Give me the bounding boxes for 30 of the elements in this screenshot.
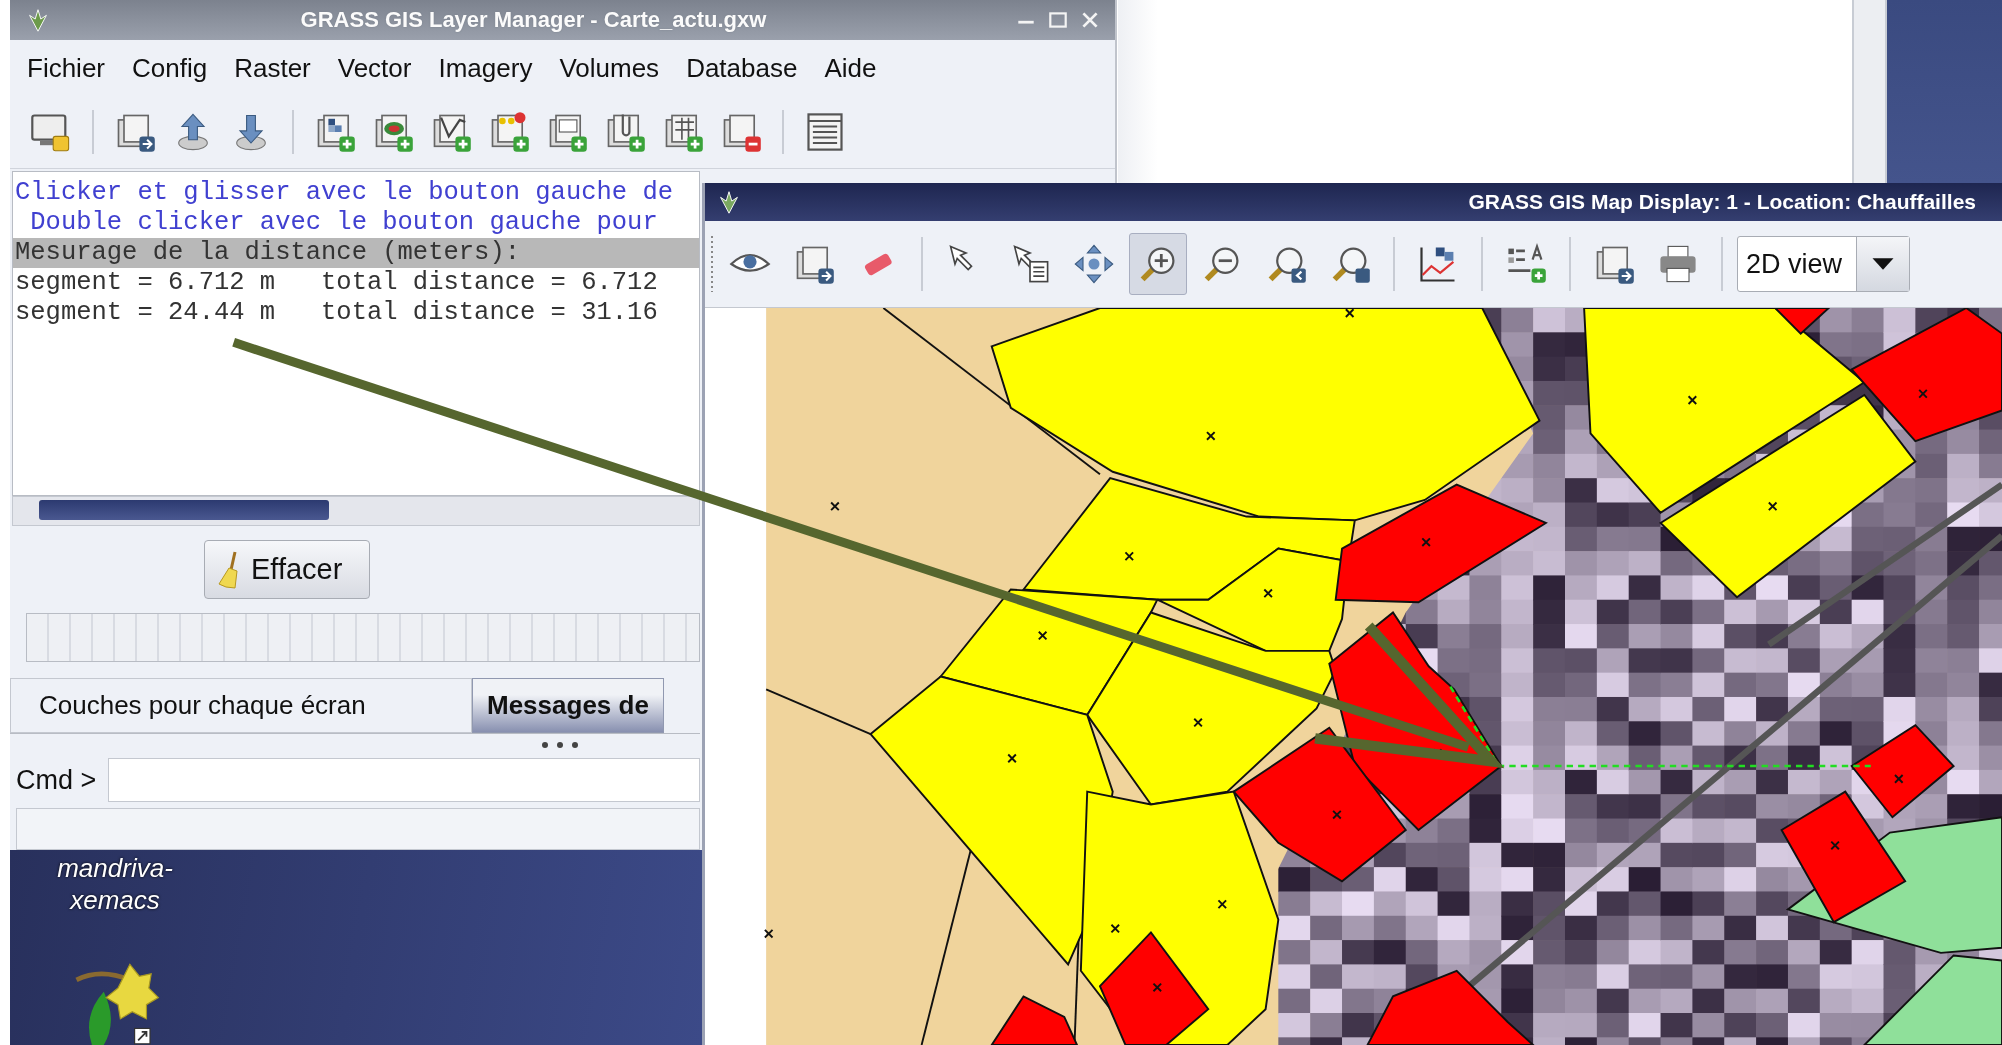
tab[interactable]: Couches pour chaque écran bbox=[10, 678, 472, 733]
console-line: segment = 6.712 m total distance = 6.712 bbox=[14, 268, 659, 298]
menu-item[interactable]: Config bbox=[132, 52, 208, 84]
window-title: GRASS GIS Map Display: 1 - Location: Chauffailles bbox=[1468, 190, 1976, 214]
cmd-label: Cmd > bbox=[16, 764, 97, 796]
scrollbar[interactable] bbox=[1852, 0, 1887, 183]
tab[interactable]: Messages de bbox=[472, 678, 664, 733]
window-title: GRASS GIS Layer Manager - Carte_actu.gxw bbox=[299, 6, 768, 33]
scrollbar-thumb[interactable] bbox=[39, 500, 329, 520]
console-line: Double clicker avec le bouton gauche pour bbox=[29, 208, 659, 238]
scrollbar[interactable] bbox=[12, 496, 700, 526]
output-field[interactable] bbox=[16, 808, 700, 850]
move-arrows-icon bbox=[1072, 242, 1116, 286]
caret-icon bbox=[1871, 257, 1896, 271]
desktop-icon-label[interactable]: mandriva-xemacs bbox=[40, 852, 190, 916]
view-select[interactable]: 2D view bbox=[1737, 236, 1911, 292]
menu-item[interactable]: Aide bbox=[824, 52, 877, 84]
menu-item[interactable]: Imagery bbox=[438, 52, 533, 84]
command-field[interactable] bbox=[108, 758, 700, 802]
menu-item[interactable]: Raster bbox=[234, 52, 311, 84]
menu-item[interactable]: Vector bbox=[337, 52, 412, 84]
grip-icon[interactable] bbox=[540, 741, 580, 749]
clear-button[interactable]: Effacer bbox=[204, 540, 370, 599]
console-line: segment = 24.44 m total distance = 31.16 bbox=[14, 298, 659, 328]
toolbar-grip-icon[interactable] bbox=[709, 234, 715, 294]
menu-item[interactable]: Database bbox=[686, 52, 798, 84]
map-tool-button[interactable] bbox=[1129, 233, 1187, 295]
console-line: Clicker et glisser avec le bouton gauche de bbox=[14, 178, 674, 208]
menu-item[interactable]: Volumes bbox=[559, 52, 660, 84]
menu-item[interactable]: Fichier bbox=[27, 52, 105, 84]
